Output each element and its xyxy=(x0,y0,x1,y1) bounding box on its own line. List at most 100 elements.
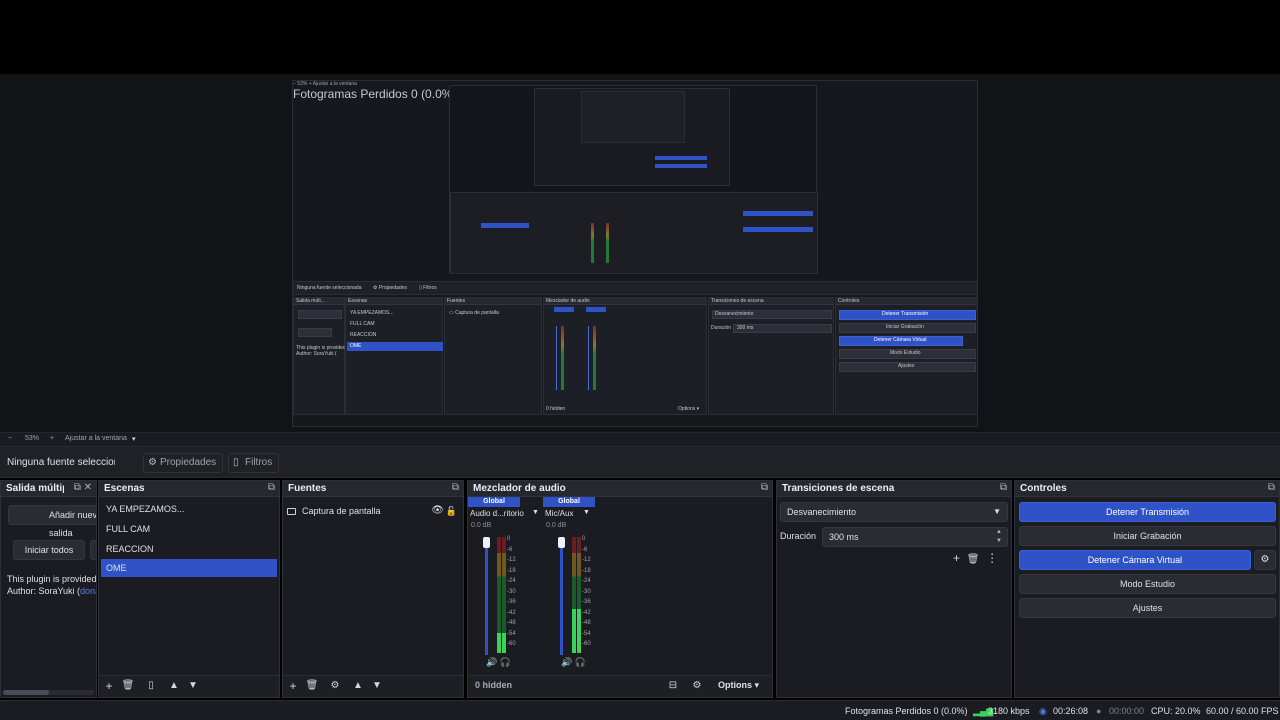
float-icon[interactable]: ⧉ xyxy=(1000,482,1007,493)
float-icon[interactable]: ⧉ xyxy=(761,482,768,493)
selected-source-label: Ninguna fuente seleccionada xyxy=(7,457,115,468)
dock-title: Fuentes xyxy=(288,483,327,494)
dropped-frames: Fotogramas Perdidos 0 (0.0%) xyxy=(845,706,968,716)
stop-stream-button[interactable]: Detener Transmisión xyxy=(1019,502,1276,522)
zoom-in-button[interactable]: + xyxy=(50,435,54,442)
donate-link[interactable]: donate xyxy=(80,586,96,596)
mirror-dock-multi: Salida múlt... This plugin is provided A… xyxy=(293,297,346,415)
hidden-count: 0 hidden xyxy=(475,680,513,690)
channel-db: 0.0 dB xyxy=(546,522,567,529)
close-icon[interactable]: ✕ xyxy=(84,482,92,493)
dock-controls: ⧉ ✕ xyxy=(74,482,92,493)
settings-button[interactable]: Ajustes xyxy=(1019,598,1276,618)
stop-virtual-camera-button[interactable]: Detener Cámara Virtual xyxy=(1019,550,1251,570)
preview-canvas[interactable]: − 53% + Ajustar a la ventana Ninguna fue… xyxy=(0,0,1280,432)
stop-all-button[interactable] xyxy=(90,540,96,560)
horizontal-scrollbar[interactable] xyxy=(3,690,94,695)
gear-icon[interactable]: ⚙ xyxy=(690,679,704,693)
lock-icon[interactable]: 🔓 xyxy=(446,503,457,519)
volume-fader-handle[interactable] xyxy=(558,537,565,548)
mixer-channel: Global Mic/Aux ▼ 0.0 dB 0 -6 -12 -18 -24 -30-… xyxy=(543,497,595,671)
zoom-dropdown-caret-icon[interactable]: ▾ xyxy=(132,435,136,443)
monitor-icon xyxy=(287,508,296,516)
volume-fader-handle[interactable] xyxy=(483,537,490,548)
more-icon[interactable]: ⋮ xyxy=(986,551,998,565)
meter-scale: 0 -6 -12 -18 -24 -30 -36 -42 -48 -54 -60 xyxy=(507,536,516,647)
level-meter xyxy=(572,537,576,653)
mirror-dock-mixer: Mezclador de audio 0 hidden Options ▾ xyxy=(543,297,707,415)
fps: 60.00 / 60.00 FPS xyxy=(1206,706,1279,716)
layout-icon[interactable]: ⊟ xyxy=(666,679,680,693)
spin-arrows-icon[interactable]: ▲ ▼ xyxy=(996,528,1002,546)
level-meter xyxy=(497,537,501,653)
scene-item[interactable]: FULL CAM xyxy=(101,520,277,538)
channel-db: 0.0 dB xyxy=(471,522,492,529)
add-icon[interactable]: + xyxy=(286,679,300,693)
eye-icon[interactable]: 👁 xyxy=(431,503,444,519)
dock-scene-transitions: Transiciones de escena ⧉ Desvanecimiento… xyxy=(776,480,1012,698)
gear-icon: ⚙ xyxy=(1260,554,1270,565)
stream-time: 00:26:08 xyxy=(1053,706,1089,716)
gear-icon[interactable]: ⚙ xyxy=(328,679,342,693)
level-meter xyxy=(577,537,581,653)
move-up-icon[interactable]: ▲ xyxy=(167,679,181,693)
dock-header: Transiciones de escena ⧉ xyxy=(777,481,1011,497)
add-icon[interactable]: + xyxy=(953,551,960,565)
float-icon[interactable]: ⧉ xyxy=(268,482,275,493)
source-item[interactable]: Captura de pantalla 👁 🔓 xyxy=(287,503,461,519)
trash-icon[interactable]: 🗑 xyxy=(121,679,135,693)
move-down-icon[interactable]: ▼ xyxy=(186,679,200,693)
properties-button[interactable]: ⚙ Propiedades xyxy=(143,453,224,473)
scene-item[interactable]: REACCION xyxy=(101,540,277,558)
filter-icon: ▯ xyxy=(233,457,239,468)
level-meter xyxy=(502,537,506,653)
filters-button[interactable]: ▯ Filtros xyxy=(228,453,280,473)
chevron-down-icon[interactable]: ▼ xyxy=(583,509,590,516)
chevron-down-icon: ▼ xyxy=(993,507,1001,516)
speaker-icon[interactable]: 🔊 xyxy=(561,657,572,667)
trash-icon[interactable]: 🗑 xyxy=(305,679,319,693)
float-icon[interactable]: ⧉ xyxy=(74,482,81,493)
transition-select[interactable]: Desvanecimiento ▼ xyxy=(780,502,1008,522)
headphones-icon[interactable]: 🎧 xyxy=(575,657,586,667)
fit-window-button[interactable]: Ajustar a la ventana xyxy=(65,435,127,442)
scene-item[interactable]: YA EMPEZAMOS... xyxy=(101,500,277,518)
zoom-bar: − 53% + Ajustar a la ventana ▾ xyxy=(0,432,1280,446)
scene-item-active[interactable]: OME xyxy=(101,559,277,577)
trash-icon[interactable]: 🗑 xyxy=(967,554,980,565)
mixer-toolbar: 0 hidden ⊟ ⚙ Options ▾ xyxy=(468,675,772,697)
mirror-inner-screen xyxy=(449,85,818,274)
float-icon[interactable]: ⧉ xyxy=(452,482,459,493)
filter-icon[interactable]: ▯ xyxy=(144,679,158,693)
virtual-camera-settings-button[interactable]: ⚙ xyxy=(1254,550,1276,570)
dock-controls: Controles ⧉ Detener Transmisión Iniciar … xyxy=(1014,480,1280,698)
chevron-down-icon[interactable]: ▼ xyxy=(532,509,539,516)
mixer-channel: Global Audio d...ritorio ▼ 0.0 dB 0 -6 -12… xyxy=(468,497,539,671)
duration-spinbox[interactable]: 300 ms ▲ ▼ xyxy=(822,527,1008,547)
start-recording-button[interactable]: Iniciar Grabación xyxy=(1019,526,1276,546)
studio-mode-button[interactable]: Modo Estudio xyxy=(1019,574,1276,594)
add-output-button[interactable]: Añadir nueva salida xyxy=(8,505,96,538)
add-icon[interactable]: + xyxy=(102,679,116,693)
dock-header: Salida múltiple ⧉ ✕ xyxy=(1,481,96,497)
options-button[interactable]: Options ▾ xyxy=(718,680,759,691)
source-toolbar: Ninguna fuente seleccionada ⚙Propiedades… xyxy=(0,446,1280,478)
start-all-button[interactable]: Iniciar todos xyxy=(13,540,85,560)
channel-buttons: 🔊 🎧 xyxy=(486,657,511,668)
float-icon[interactable]: ⧉ xyxy=(1268,482,1275,493)
zoom-out-button[interactable]: − xyxy=(8,435,12,442)
dock-audio-mixer: Mezclador de audio ⧉ Global Audio d...ri… xyxy=(467,480,773,698)
zoom-value: 53% xyxy=(25,435,40,442)
volume-fader[interactable] xyxy=(560,537,563,655)
mirror-inner-screen-2 xyxy=(534,88,730,186)
dock-title: Controles xyxy=(1020,483,1067,494)
dock-header: Mezclador de audio ⧉ xyxy=(468,481,772,497)
volume-fader[interactable] xyxy=(485,537,488,655)
move-down-icon[interactable]: ▼ xyxy=(370,679,384,693)
status-bar: Fotogramas Perdidos 0 (0.0%) ▂▄▆ 3180 kb… xyxy=(0,700,1280,720)
headphones-icon[interactable]: 🎧 xyxy=(500,657,511,667)
dock-header: Controles ⧉ xyxy=(1015,481,1279,497)
move-up-icon[interactable]: ▲ xyxy=(351,679,365,693)
dock-multiple-output: Salida múltiple ⧉ ✕ Añadir nueva salida … xyxy=(0,480,97,698)
speaker-icon[interactable]: 🔊 xyxy=(486,657,497,667)
